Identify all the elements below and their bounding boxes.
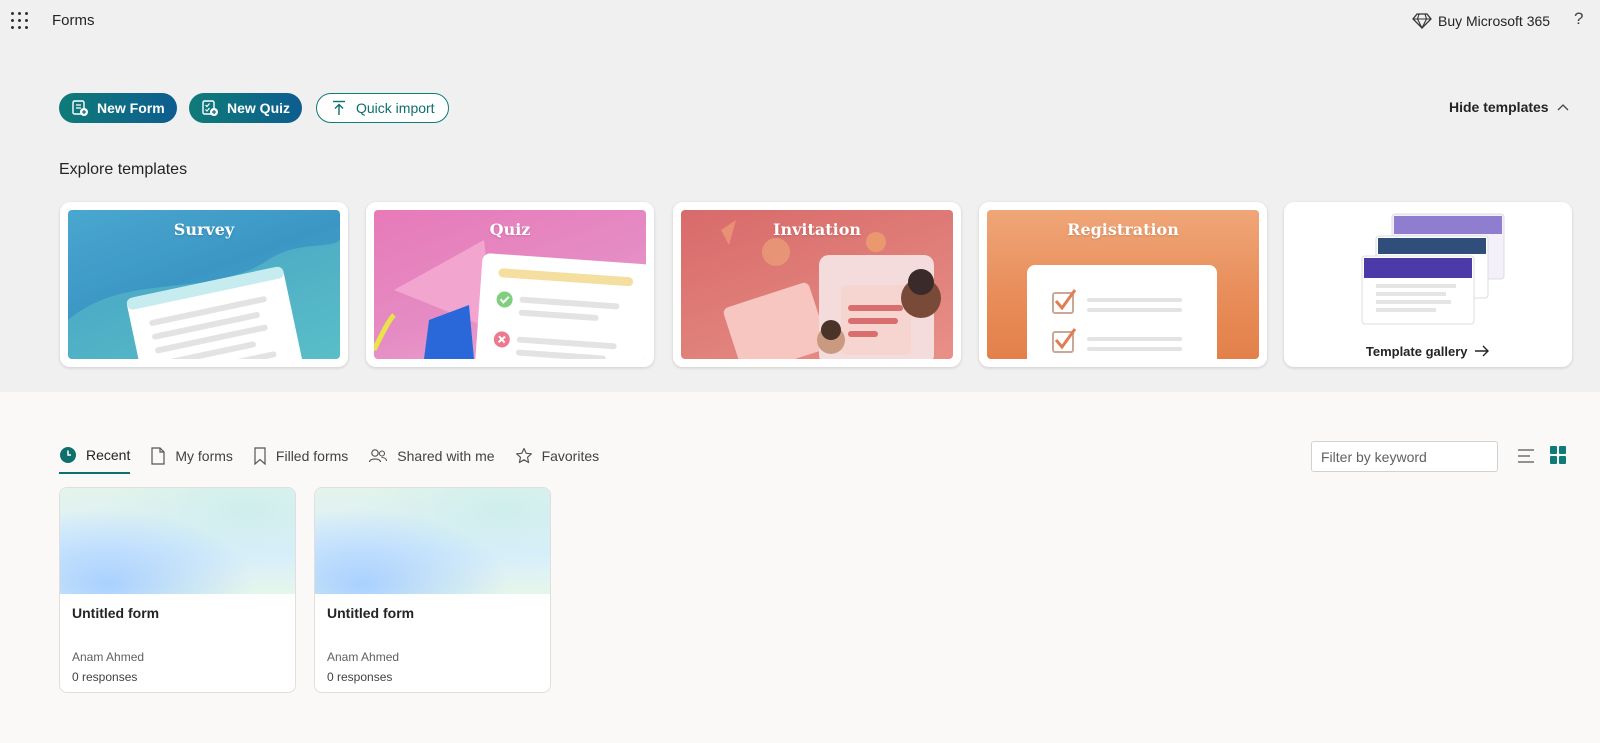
filter-keyword-input[interactable] xyxy=(1311,441,1498,472)
chevron-up-icon xyxy=(1557,104,1569,111)
template-gallery-card[interactable]: Template gallery xyxy=(1284,202,1572,367)
hide-templates-button[interactable]: Hide templates xyxy=(1449,99,1569,115)
template-card-quiz[interactable]: Quiz xyxy=(366,202,654,367)
template-gallery-link[interactable]: Template gallery xyxy=(1284,344,1572,359)
form-owner: Anam Ahmed xyxy=(72,650,145,664)
quiz-add-icon xyxy=(202,100,218,116)
template-card-registration[interactable]: Registration xyxy=(979,202,1267,367)
tab-recent[interactable]: Recent xyxy=(59,446,131,474)
form-title: Untitled form xyxy=(72,605,160,621)
hide-templates-label: Hide templates xyxy=(1449,99,1549,115)
new-form-button[interactable]: New Form xyxy=(59,93,177,123)
template-label-invitation: Invitation xyxy=(772,220,862,239)
tab-recent-label: Recent xyxy=(86,447,131,463)
tab-my-forms[interactable]: My forms xyxy=(150,446,233,474)
people-icon xyxy=(369,449,388,463)
template-label-registration: Registration xyxy=(1067,220,1179,239)
buy-label: Buy Microsoft 365 xyxy=(1438,13,1551,29)
template-card-invitation[interactable]: Invitation xyxy=(673,202,961,367)
app-title[interactable]: Forms xyxy=(52,12,95,29)
star-icon xyxy=(515,447,532,464)
forms-tabs: Recent My forms Filled forms Shared with… xyxy=(59,446,599,474)
clock-icon xyxy=(60,447,76,463)
template-label-survey: Survey xyxy=(173,220,235,239)
new-quiz-button[interactable]: New Quiz xyxy=(189,93,303,123)
template-gallery-label: Template gallery xyxy=(1365,344,1468,359)
buy-microsoft-365-link[interactable]: Buy Microsoft 365 xyxy=(1412,12,1550,30)
bookmark-icon xyxy=(254,447,266,465)
template-card-survey[interactable]: Survey xyxy=(60,202,348,367)
tab-shared-with-me[interactable]: Shared with me xyxy=(368,446,495,474)
list-view-icon[interactable] xyxy=(1516,446,1536,466)
explore-templates-heading: Explore templates xyxy=(59,161,188,178)
upload-icon xyxy=(333,100,345,115)
tab-filled-forms[interactable]: Filled forms xyxy=(253,446,348,474)
document-icon xyxy=(151,447,165,465)
tab-favorites[interactable]: Favorites xyxy=(515,446,600,474)
form-owner: Anam Ahmed xyxy=(327,650,400,664)
help-icon[interactable]: ? xyxy=(1574,9,1583,29)
form-title: Untitled form xyxy=(327,605,415,621)
form-responses: 0 responses xyxy=(72,670,138,684)
grid-view-icon[interactable] xyxy=(1550,446,1568,464)
gallery-preview-illustration xyxy=(1361,213,1505,325)
template-label-quiz: Quiz xyxy=(489,220,531,239)
form-thumbnail xyxy=(60,488,295,594)
top-bar: Forms Buy Microsoft 365 ? xyxy=(0,0,1600,42)
diamond-icon xyxy=(1412,13,1432,30)
arrow-right-icon xyxy=(1475,345,1490,357)
templates-section: New Form New Quiz Quick import Hide temp… xyxy=(0,42,1600,392)
tab-my-forms-label: My forms xyxy=(175,448,233,464)
form-responses: 0 responses xyxy=(327,670,393,684)
quick-import-label: Quick import xyxy=(356,100,435,116)
new-quiz-label: New Quiz xyxy=(227,100,291,116)
quick-import-button[interactable]: Quick import xyxy=(316,93,449,123)
tab-favorites-label: Favorites xyxy=(541,448,600,464)
tab-filled-forms-label: Filled forms xyxy=(275,448,349,464)
form-thumbnail xyxy=(315,488,550,594)
form-card[interactable]: Untitled form Anam Ahmed 0 responses xyxy=(59,487,296,693)
form-card[interactable]: Untitled form Anam Ahmed 0 responses xyxy=(314,487,551,693)
form-add-icon xyxy=(72,100,88,116)
new-form-label: New Form xyxy=(97,100,165,116)
tab-shared-with-me-label: Shared with me xyxy=(397,448,495,464)
app-launcher-icon[interactable] xyxy=(11,12,28,29)
